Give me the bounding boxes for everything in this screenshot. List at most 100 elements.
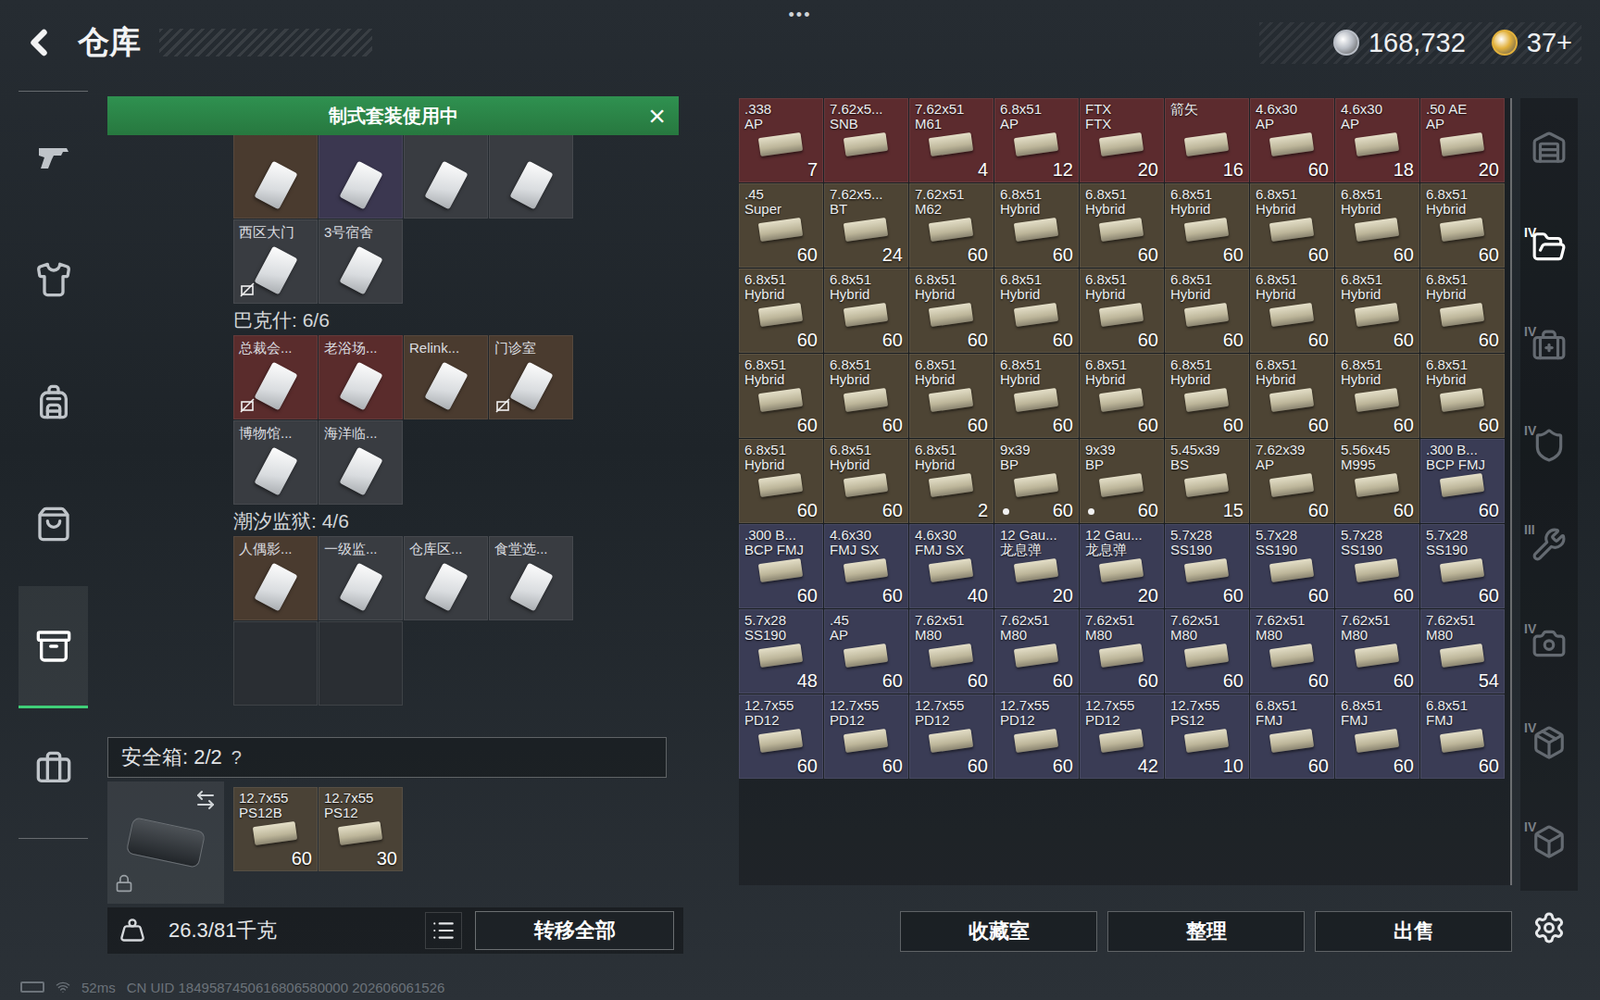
ammo-item[interactable]: 6.8x51Hybrid60 (824, 268, 909, 353)
ammo-item[interactable]: 12.7x55PD1260 (824, 694, 909, 779)
ammo-item[interactable]: 7.62x51M8054 (1420, 609, 1505, 694)
ammo-item[interactable]: 6.8x51Hybrid60 (824, 438, 909, 524)
ammo-item[interactable]: 6.8x51Hybrid60 (994, 268, 1079, 353)
help-button[interactable]: ? (231, 747, 242, 769)
ammo-item[interactable]: 6.8x51Hybrid60 (1164, 183, 1250, 268)
ammo-item[interactable]: 6.8x51Hybrid60 (1335, 353, 1420, 438)
key-card[interactable]: 博物馆... (233, 420, 318, 505)
ammo-item[interactable]: 6.8x51Hybrid60 (909, 268, 994, 353)
nav-item[interactable] (18, 586, 88, 709)
stash-tab[interactable]: IV (1520, 692, 1578, 792)
key-card[interactable]: 仓库区... (403, 536, 488, 621)
ammo-item[interactable]: 12.7x55PD1260 (738, 694, 824, 779)
ammo-item[interactable]: 12.7x55PD1242 (1079, 694, 1164, 779)
ammo-item[interactable]: 6.8x51Hybrid60 (994, 353, 1079, 438)
ammo-item[interactable]: .300 B...BCP FMJ60 (738, 524, 824, 609)
key-card[interactable]: 门诊室 (488, 335, 574, 420)
settings-button[interactable] (1532, 911, 1566, 949)
empty-slot[interactable] (233, 621, 318, 706)
ammo-item[interactable]: 5.7x28SS19060 (1250, 524, 1335, 609)
nav-item[interactable] (18, 219, 88, 342)
stash-tab[interactable]: IV (1520, 593, 1578, 693)
ammo-item[interactable]: 5.45x39BS15 (1164, 438, 1250, 524)
swap-icon[interactable] (194, 788, 217, 812)
nav-item[interactable] (18, 708, 88, 831)
ammo-item[interactable]: 5.7x28SS19060 (1335, 524, 1420, 609)
ammo-item[interactable]: 7.62x5...BT24 (824, 183, 909, 268)
ammo-item[interactable]: 6.8x51Hybrid60 (738, 353, 824, 438)
ammo-item[interactable]: .338AP7 (738, 98, 824, 183)
ammo-item[interactable]: 6.8x51Hybrid60 (1079, 268, 1164, 353)
ammo-item[interactable]: 6.8x51Hybrid60 (1164, 268, 1250, 353)
ammo-item[interactable]: 9x39BP60 (994, 438, 1079, 524)
ammo-item[interactable]: 6.8x51Hybrid60 (1420, 183, 1505, 268)
ammo-item[interactable]: 6.8x51Hybrid60 (909, 353, 994, 438)
key-card[interactable]: 人偶影... (233, 536, 318, 621)
ammo-item[interactable]: 12.7x55PD1260 (909, 694, 994, 779)
ammo-item[interactable]: 6.8x51FMJ60 (1250, 694, 1335, 779)
empty-slot[interactable] (318, 621, 403, 706)
ammo-item[interactable]: 7.62x51M8060 (1164, 609, 1250, 694)
safe-case[interactable] (107, 781, 225, 904)
key-card[interactable] (403, 135, 488, 219)
ammo-item[interactable]: 6.8x51Hybrid60 (1335, 183, 1420, 268)
stash-tab[interactable] (1520, 98, 1578, 198)
ammo-item[interactable]: 12.7x55PS1210 (1164, 694, 1250, 779)
ammo-item[interactable]: FTXFTX20 (1079, 98, 1164, 183)
ammo-item[interactable]: 6.8x51Hybrid60 (1164, 353, 1250, 438)
close-button[interactable]: × (635, 100, 679, 131)
transfer-all-button[interactable]: 转移全部 (475, 911, 675, 950)
ammo-item[interactable]: 6.8x51Hybrid60 (1335, 268, 1420, 353)
ammo-item[interactable]: 6.8x51AP12 (994, 98, 1079, 183)
ammo-item[interactable]: 4.6x30FMJ SX60 (824, 524, 909, 609)
ammo-item[interactable]: 6.8x51Hybrid60 (1250, 353, 1335, 438)
ammo-item[interactable]: .45Super60 (738, 183, 824, 268)
ammo-item[interactable]: 12 Gau...龙息弹20 (994, 524, 1079, 609)
ammo-item[interactable]: 5.56x45M99560 (1335, 438, 1420, 524)
key-card[interactable]: 西区大门 (233, 219, 318, 304)
ammo-item[interactable]: 7.62x51M8060 (1079, 609, 1164, 694)
action-button[interactable]: 收藏室 (900, 911, 1098, 952)
action-button[interactable]: 整理 (1107, 911, 1305, 952)
ammo-item[interactable]: 6.8x51Hybrid60 (1079, 183, 1164, 268)
ammo-item[interactable]: 4.6x30AP60 (1250, 98, 1335, 183)
key-card[interactable] (488, 135, 574, 219)
ammo-item[interactable]: 7.62x51M8060 (1250, 609, 1335, 694)
stash-tab[interactable]: IV (1520, 791, 1578, 891)
ammo-item[interactable]: 6.8x51Hybrid60 (738, 268, 824, 353)
key-card[interactable]: 海洋临... (318, 420, 403, 505)
key-card[interactable] (233, 135, 318, 219)
ammo-item[interactable]: 7.62x51M8060 (994, 609, 1079, 694)
key-card[interactable]: 3号宿舍 (318, 219, 403, 304)
ammo-item[interactable]: 12.7x55PD1260 (994, 694, 1079, 779)
back-button[interactable] (18, 22, 60, 63)
ammo-item[interactable]: 6.8x51Hybrid60 (738, 438, 824, 524)
nav-item[interactable] (18, 463, 88, 587)
ammo-item[interactable]: 9x39BP60 (1079, 438, 1164, 524)
ammo-item[interactable]: 6.8x51Hybrid60 (1420, 268, 1505, 353)
ammo-item[interactable]: 4.6x30AP18 (1335, 98, 1420, 183)
action-button[interactable]: 出售 (1314, 911, 1513, 952)
ammo-item[interactable]: .50 AEAP20 (1420, 98, 1505, 183)
key-card[interactable]: 总裁会... (233, 335, 318, 420)
ammo-item[interactable]: 7.62x51M8060 (909, 609, 994, 694)
ammo-item[interactable]: 12.7x55PS12B60 (233, 787, 318, 872)
stash-tab[interactable]: III (1520, 494, 1578, 594)
key-card[interactable]: 一级监... (318, 536, 403, 621)
ammo-item[interactable]: 6.8x51Hybrid60 (1250, 268, 1335, 353)
ammo-item[interactable]: .45AP60 (824, 609, 909, 694)
ammo-item[interactable]: 6.8x51Hybrid60 (1079, 353, 1164, 438)
ammo-item[interactable]: .300 B...BCP FMJ60 (1420, 438, 1505, 524)
key-card[interactable]: Relink... (403, 335, 488, 420)
ammo-item[interactable]: 7.62x39AP60 (1250, 438, 1335, 524)
scrollbar[interactable] (1510, 98, 1513, 886)
ammo-item[interactable]: 6.8x51Hybrid60 (994, 183, 1079, 268)
stash-tab[interactable]: IV (1520, 296, 1578, 396)
ammo-item[interactable]: 6.8x51Hybrid60 (1250, 183, 1335, 268)
ammo-item[interactable]: 6.8x51Hybrid2 (909, 438, 994, 524)
ammo-item[interactable]: 6.8x51FMJ60 (1420, 694, 1505, 779)
key-card[interactable]: 老浴场... (318, 335, 403, 420)
ammo-item[interactable]: 5.7x28SS19060 (1164, 524, 1250, 609)
ammo-item[interactable]: 6.8x51FMJ60 (1335, 694, 1420, 779)
key-card[interactable]: 食堂选... (488, 536, 574, 621)
